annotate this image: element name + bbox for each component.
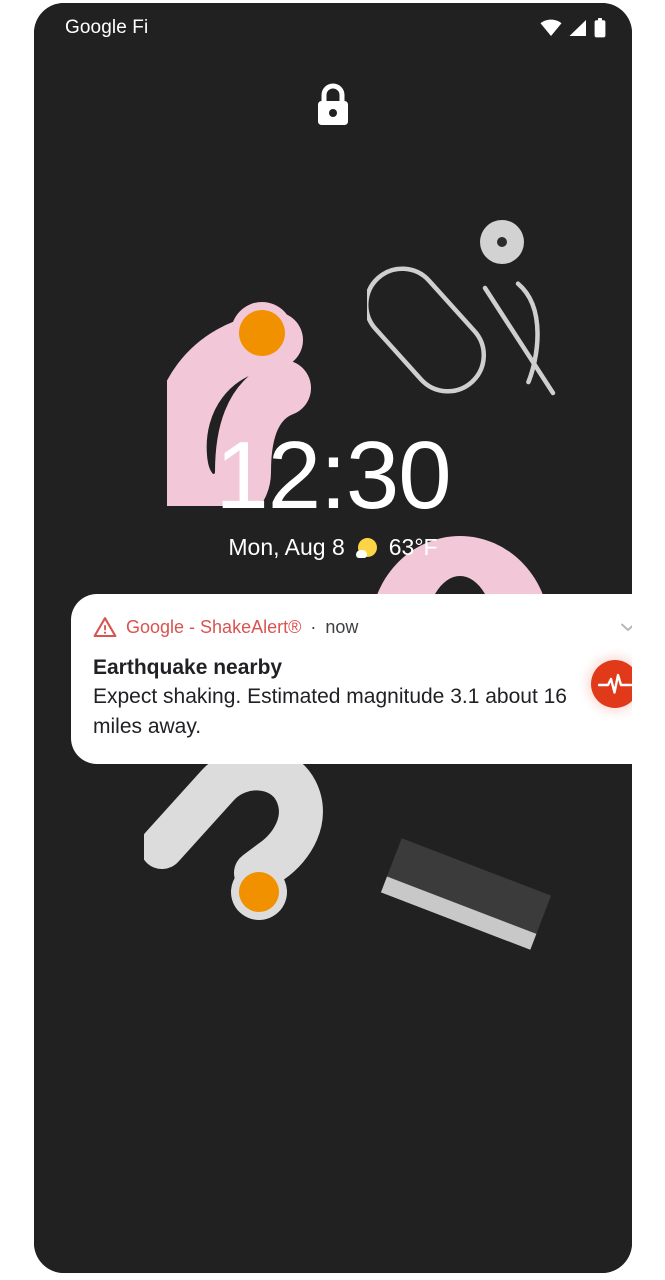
status-bar: Google Fi <box>34 3 632 53</box>
partly-sunny-icon <box>355 536 379 560</box>
wallpaper-pill-outline <box>367 266 556 396</box>
wallpaper-slab-stripe <box>380 876 537 950</box>
phone-device: Google Fi 12:30 Mon, Aug 8 63°F Google -… <box>34 3 632 1273</box>
status-bar-icons <box>540 18 606 38</box>
wallpaper-dark-slab <box>380 838 552 950</box>
wallpaper-orange-dot-lower <box>239 872 279 912</box>
notification-timestamp: now <box>325 616 359 637</box>
notification-separator: · <box>310 616 317 637</box>
lock-screen-clock-block: 12:30 Mon, Aug 8 63°F <box>34 428 632 561</box>
notification-header: Google - ShakeAlert® · now <box>93 616 632 638</box>
notification-body-text: Expect shaking. Estimated magnitude 3.1 … <box>93 685 567 739</box>
date-weather-row: Mon, Aug 8 63°F <box>34 534 632 561</box>
notification-body-row: Earthquake nearby Expect shaking. Estima… <box>93 654 632 742</box>
wallpaper-gray-disc <box>480 220 524 264</box>
carrier-label: Google Fi <box>65 17 149 38</box>
cellular-signal-icon <box>569 20 586 36</box>
date-label: Mon, Aug 8 <box>228 534 345 560</box>
notification-title: Earthquake nearby <box>93 656 283 679</box>
seismograph-icon <box>591 660 632 708</box>
screenshot-stage: Google Fi 12:30 Mon, Aug 8 63°F Google -… <box>0 0 665 1280</box>
notification-app-name: Google - ShakeAlert® <box>126 616 302 637</box>
lock-icon <box>318 83 348 125</box>
earthquake-notification-card[interactable]: Google - ShakeAlert® · now Earthquake ne… <box>71 594 632 764</box>
chevron-down-icon[interactable] <box>617 616 632 638</box>
battery-icon <box>594 18 606 38</box>
notification-text-block: Earthquake nearby Expect shaking. Estima… <box>93 654 577 742</box>
clock-time: 12:30 <box>215 422 451 529</box>
lock-icon-container <box>34 81 632 131</box>
warning-triangle-icon <box>93 617 117 638</box>
wallpaper-orange-dot-upper <box>239 310 285 356</box>
temperature-label: 63°F <box>388 534 438 560</box>
wifi-icon <box>540 19 562 36</box>
